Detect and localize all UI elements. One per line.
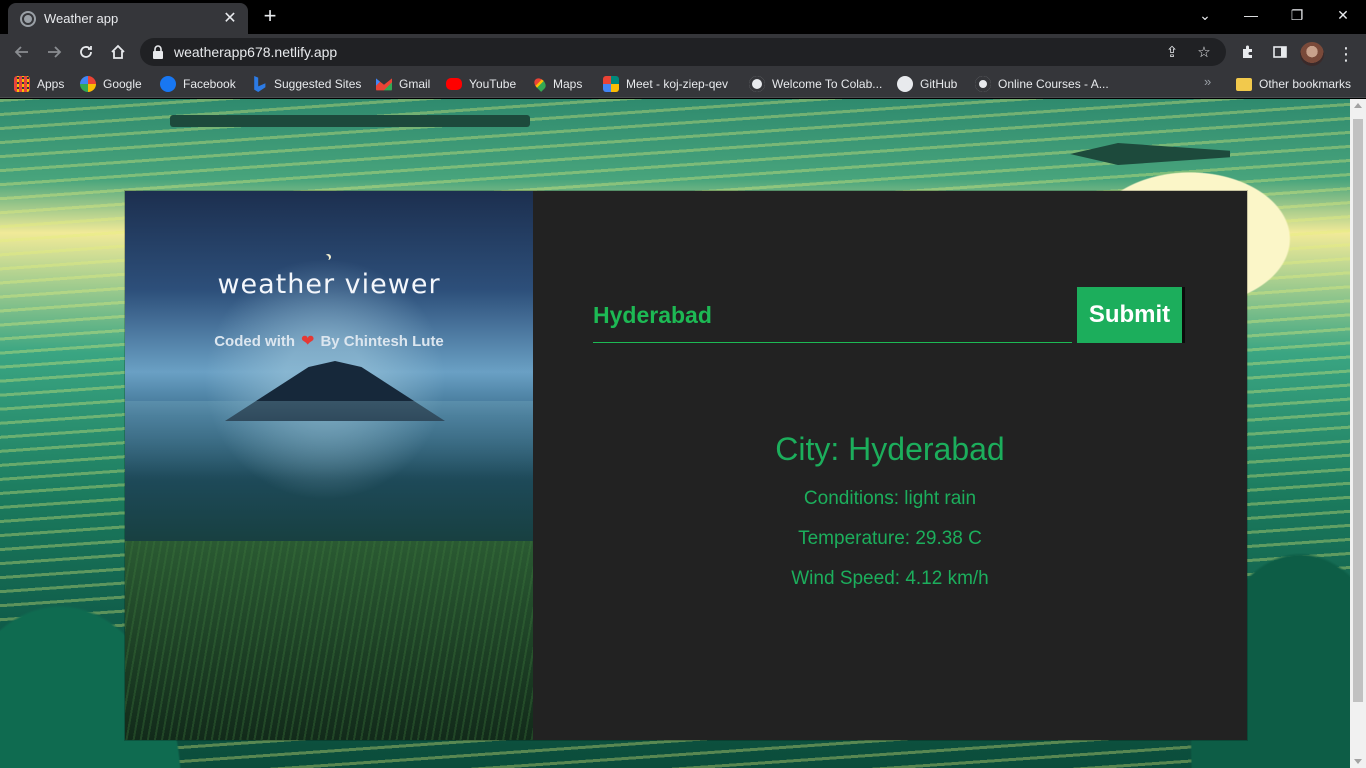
bookmark-star-icon[interactable]: ☆ (1194, 42, 1214, 62)
bookmark-youtube[interactable]: YouTube (446, 74, 516, 94)
folder-icon (1236, 77, 1252, 91)
bookmark-label: Other bookmarks (1259, 77, 1352, 91)
result-wind-speed: Wind Speed: 4.12 km/h (791, 568, 989, 589)
bookmark-label: Google (103, 77, 142, 91)
bookmark-google[interactable]: Google (80, 74, 142, 94)
chevron-down-icon[interactable]: ⌄ (1182, 0, 1228, 30)
minimize-icon[interactable]: — (1228, 0, 1274, 30)
tab-strip: Weather app ✕ + ⌄ — ❐ ✕ (0, 0, 1366, 34)
weather-panel: Submit City: Hyderabad Conditions: light… (533, 191, 1247, 740)
submit-button[interactable]: Submit (1077, 287, 1185, 343)
maps-pin-icon (532, 76, 548, 92)
background-ship (1070, 143, 1230, 165)
page-background: weather viewer Coded with ❤ By Chintesh Lu… (0, 99, 1350, 768)
arrow-left-icon (14, 46, 28, 58)
result-city: City: Hyderabad (775, 431, 1005, 467)
bookmark-label: Gmail (399, 77, 431, 91)
reload-icon (80, 46, 92, 58)
reload-button[interactable] (72, 38, 100, 66)
bookmark-label: Apps (37, 77, 65, 91)
share-icon[interactable]: ⇪ (1162, 42, 1182, 62)
scroll-down-arrow-icon[interactable] (1354, 759, 1362, 764)
home-button[interactable] (104, 38, 132, 66)
bookmarks-bar: Apps Google Facebook Suggested Sites Gma… (0, 70, 1366, 98)
back-button[interactable] (8, 38, 36, 66)
bookmark-colab[interactable]: Welcome To Colab... (749, 74, 882, 94)
menu-kebab-icon[interactable]: ⋮ (1336, 42, 1356, 66)
credit-suffix: By Chintesh Lute (320, 333, 444, 350)
page-scrollbar[interactable] (1350, 99, 1366, 768)
close-icon[interactable]: ✕ (222, 10, 238, 27)
heart-icon: ❤ (301, 333, 315, 350)
bookmark-github[interactable]: GitHub (897, 74, 957, 94)
tab-title: Weather app (44, 11, 119, 26)
bookmark-label: YouTube (469, 77, 517, 91)
browser-toolbar: weatherapp678.netlify.app ⇪ ☆ (0, 34, 1366, 70)
bookmark-label: Meet - koj-ziep-qev (626, 77, 729, 91)
bing-icon (254, 76, 266, 92)
address-bar[interactable]: weatherapp678.netlify.app ⇪ ☆ (140, 38, 1226, 66)
bookmark-label: GitHub (920, 77, 958, 91)
bookmark-label: Facebook (183, 77, 236, 91)
side-panel-icon[interactable] (1270, 42, 1290, 62)
facebook-icon (160, 76, 176, 92)
moon-icon (323, 255, 329, 261)
apps-grid-icon (14, 76, 30, 92)
result-conditions: Conditions: light rain (803, 488, 977, 509)
home-icon (111, 44, 125, 59)
restore-icon[interactable]: ❐ (1274, 0, 1320, 30)
profile-avatar[interactable] (1300, 42, 1324, 66)
result-temperature: Temperature: 29.38 C (798, 528, 982, 549)
mist-layer (125, 401, 533, 481)
forward-button[interactable] (40, 38, 68, 66)
courses-icon (975, 76, 991, 92)
meet-icon (603, 76, 619, 92)
youtube-icon (446, 78, 462, 90)
lock-icon (153, 45, 163, 59)
bookmark-label: Welcome To Colab... (772, 77, 883, 91)
scroll-up-arrow-icon[interactable] (1354, 103, 1362, 108)
globe-icon (20, 10, 36, 27)
window-close-icon[interactable]: ✕ (1320, 0, 1366, 30)
bookmark-online-courses[interactable]: Online Courses - A... (975, 74, 1109, 94)
bookmark-other-bookmarks[interactable]: Other bookmarks (1236, 74, 1351, 94)
bookmark-suggested-sites[interactable]: Suggested Sites (251, 74, 361, 94)
background-ship (170, 115, 530, 127)
arrow-right-icon (48, 46, 62, 58)
scrollbar-thumb[interactable] (1353, 119, 1363, 702)
browser-tab[interactable]: Weather app ✕ (8, 3, 248, 34)
bookmark-facebook[interactable]: Facebook (160, 74, 236, 94)
bookmark-label: Online Courses - A... (998, 77, 1109, 91)
globe-icon (749, 76, 765, 92)
grass-field (125, 541, 533, 740)
weather-results: City: Hyderabad Conditions: light rain T… (533, 429, 1247, 599)
github-icon (897, 76, 913, 92)
url-text: weatherapp678.netlify.app (174, 44, 338, 60)
city-input[interactable] (593, 289, 1072, 343)
credit-prefix: Coded with (214, 333, 296, 350)
hero-image-panel: weather viewer Coded with ❤ By Chintesh Lu… (125, 191, 533, 740)
bookmark-gmail[interactable]: Gmail (376, 74, 430, 94)
bookmark-apps[interactable]: Apps (14, 74, 64, 94)
app-title: weather viewer (217, 269, 441, 300)
extensions-puzzle-icon[interactable] (1238, 42, 1258, 62)
bookmark-maps[interactable]: Maps (532, 74, 583, 94)
weather-card: weather viewer Coded with ❤ By Chintesh Lu… (125, 191, 1247, 740)
bookmark-meet[interactable]: Meet - koj-ziep-qev (603, 74, 728, 94)
new-tab-button[interactable]: + (258, 5, 282, 29)
gmail-icon (376, 78, 392, 91)
google-icon (80, 76, 96, 92)
bookmark-label: Maps (553, 77, 583, 91)
more-bookmarks-chevron[interactable]: » (1204, 74, 1211, 89)
bookmark-label: Suggested Sites (274, 77, 362, 91)
credit-line: Coded with ❤ By Chintesh Lute (125, 331, 533, 351)
